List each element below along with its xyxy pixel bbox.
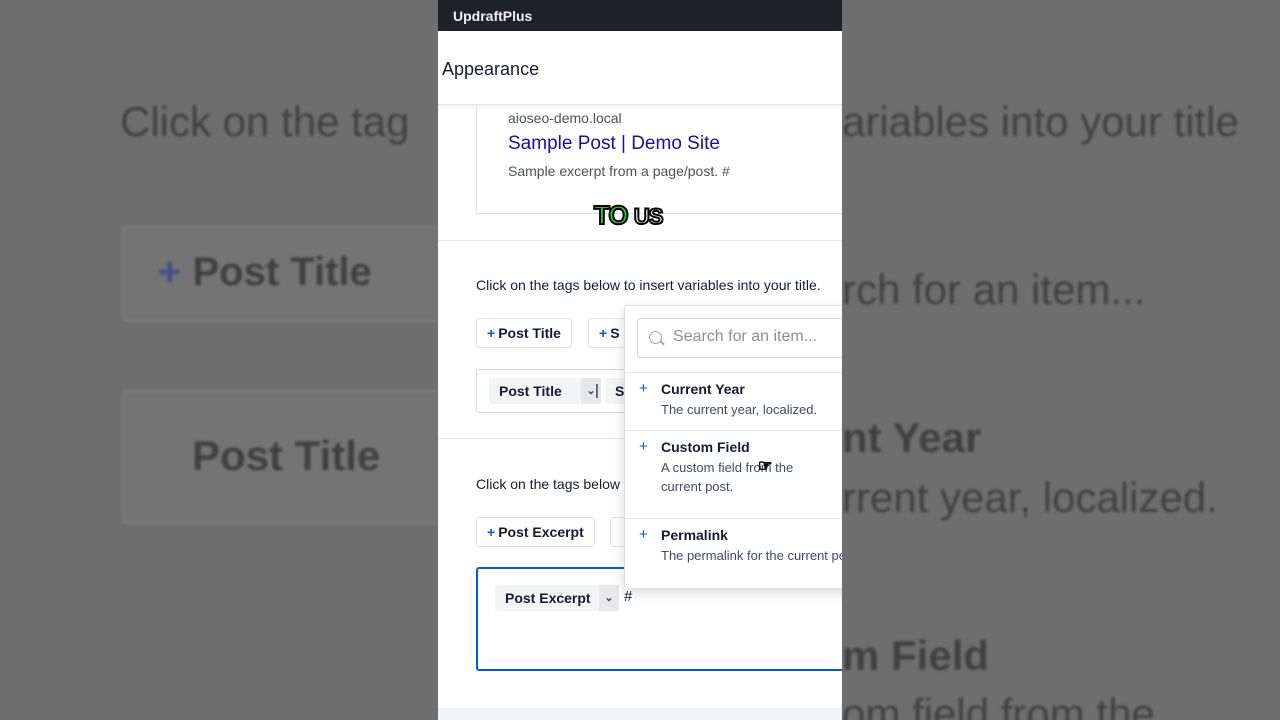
bg-item1-desc: rrent year, localized. [842, 474, 1218, 521]
title-instruction: Click on the tags below to insert variab… [476, 277, 821, 293]
bg-item2: m Field [842, 632, 990, 679]
search-icon [649, 331, 662, 344]
tag-button-post-title[interactable]: + Post Title [476, 318, 572, 348]
dropdown-item-permalink[interactable]: + Permalink The permalink for the curren… [625, 518, 842, 588]
caption-word-1: TO [593, 199, 630, 231]
preview-description: Sample excerpt from a page/post. # [508, 163, 730, 179]
bg-chip-label: Post Title [192, 432, 381, 479]
preview-title: Sample Post | Demo Site [508, 133, 720, 154]
bg-instruction-left: Click on the tag [120, 98, 410, 145]
description-instruction: Click on the tags below [476, 476, 620, 492]
search-box[interactable] [637, 318, 842, 358]
tag-button-post-excerpt[interactable]: + Post Excerpt [476, 517, 595, 547]
bg-search: rch for an item... [842, 266, 1146, 313]
dropdown-item-custom-field[interactable]: + Custom Field A custom field from the c… [625, 430, 842, 518]
editor-tag-chip[interactable]: Post Title ⌄ [489, 378, 601, 404]
caption-word-2: US [633, 203, 665, 230]
plus-icon: + [639, 438, 648, 455]
plus-icon: + [487, 325, 496, 341]
search-preview: aioseo-demo.local Sample Post | Demo Sit… [476, 106, 842, 214]
admin-topbar[interactable]: UpdraftPlus [438, 0, 842, 31]
plus-icon: + [599, 325, 608, 341]
hand-cursor-icon: ☞ [757, 458, 773, 476]
editor-tag-chip[interactable]: Post Excerpt ⌄ [495, 585, 619, 611]
chevron-down-icon[interactable]: ⌄ [599, 585, 619, 611]
divider [438, 240, 842, 241]
bg-instruction-right: ariables into your title [842, 98, 1239, 145]
tag-button-site-title[interactable]: + S [588, 318, 628, 348]
preview-domain: aioseo-demo.local [508, 110, 622, 126]
bg-item1: nt Year [842, 414, 982, 461]
bg-tag-label: Post Title [192, 250, 372, 294]
section-title: Appearance [438, 31, 842, 105]
app-panel: UpdraftPlus Appearance aioseo-demo.local… [438, 0, 842, 720]
editor-text: # [624, 588, 633, 605]
tag-search-dropdown: + Current Year The current year, localiz… [624, 305, 842, 589]
bottom-strip [438, 708, 842, 720]
bg-item2-desc: om field from the [842, 690, 1155, 720]
plus-icon: + [487, 524, 496, 540]
plus-icon: + [639, 380, 648, 397]
plus-icon: + [639, 526, 648, 543]
editor-separator: | [595, 382, 599, 399]
dropdown-item-current-year[interactable]: + Current Year The current year, localiz… [625, 372, 842, 434]
search-input[interactable] [673, 328, 842, 346]
video-caption: TO US [593, 199, 665, 231]
